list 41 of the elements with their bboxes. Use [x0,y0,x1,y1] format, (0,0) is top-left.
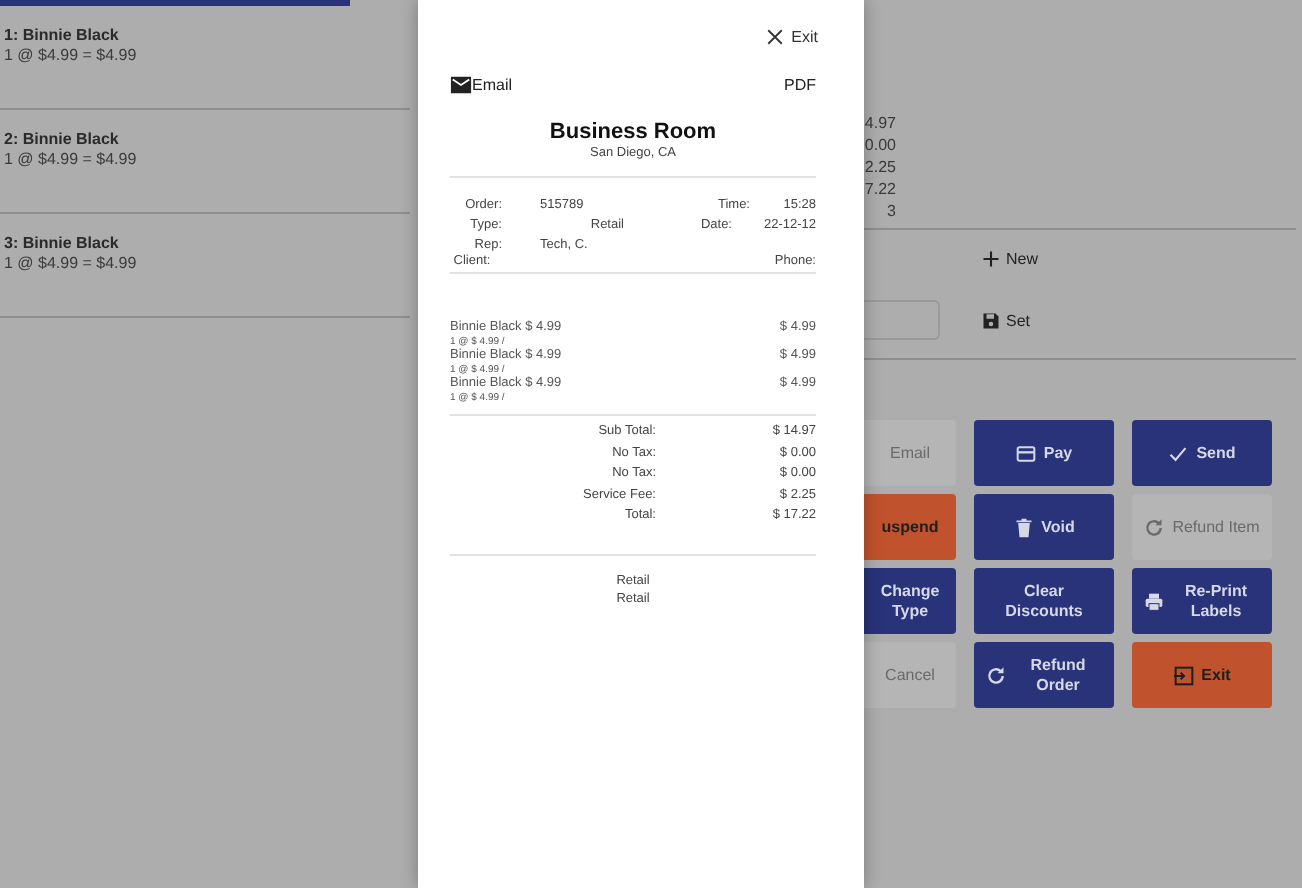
summary-value: 2.25 [864,156,896,178]
item-title: 2: Binnie Black [4,130,121,150]
input-field[interactable] [864,300,940,340]
action-button[interactable]: Send [1132,420,1272,486]
plus-icon [982,250,1000,268]
business-name: Business Room [547,120,719,144]
item-detail: 1 @ $4.99 = $4.99 [4,254,139,274]
check-icon [1168,443,1189,463]
summary-value: 4.97 [864,112,896,134]
close-icon [765,28,784,46]
pdf-button[interactable]: PDF [784,76,816,94]
trash-icon [1013,517,1034,537]
summary-value: 0.00 [864,134,896,156]
item-title: 1: Binnie Black [4,26,121,46]
action-button[interactable]: Re-Print Labels [1132,568,1272,634]
refresh-icon [1144,517,1165,537]
save-icon [982,311,1000,329]
order-line[interactable]: 1: Binnie Black 1 @ $4.99 = $4.99 [0,6,410,110]
close-button[interactable]: Exit [765,28,818,46]
action-button[interactable]: uspend [864,494,956,560]
item-detail: 1 @ $4.99 = $4.99 [4,150,139,170]
action-button[interactable]: Clear Discounts [974,568,1114,634]
item-title: 3: Binnie Black [4,234,121,254]
set-button[interactable]: Set [982,311,1031,329]
summary-value: 7.22 [864,178,896,200]
action-button[interactable]: Change Type [864,568,956,634]
order-line[interactable]: 3: Binnie Black 1 @ $4.99 = $4.99 [0,214,410,318]
new-button[interactable]: New [982,250,1039,268]
refresh-icon [986,665,1006,685]
email-icon [450,74,472,96]
order-line[interactable]: 2: Binnie Black 1 @ $4.99 = $4.99 [0,110,410,214]
email-button[interactable]: Email [450,74,513,96]
action-button[interactable]: Pay [974,420,1114,486]
action-button[interactable]: Refund Order [974,642,1114,708]
item-detail: 1 @ $4.99 = $4.99 [4,46,139,66]
action-button[interactable]: Void [974,494,1114,560]
action-button[interactable]: Exit [1132,642,1272,708]
summary-value: 3 [885,200,896,222]
printer-icon [1144,591,1164,611]
card-icon [1015,443,1036,463]
exit-icon [1173,665,1194,685]
